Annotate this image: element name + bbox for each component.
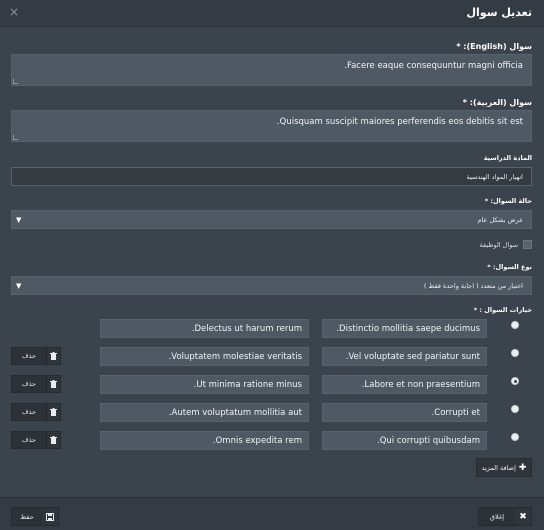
subject-input[interactable]: انهيار المواد الهندسية [11, 167, 532, 186]
question-ar-textarea[interactable]: Quisquam suscipit maiores perferendis eo… [11, 110, 532, 142]
trash-icon [46, 348, 60, 364]
modal-header: تعديل سوال × [0, 0, 544, 27]
delete-option-button[interactable]: حذف [11, 403, 61, 421]
subject-value: انهيار المواد الهندسية [466, 173, 523, 181]
option-radio[interactable] [511, 349, 519, 357]
floppy-disk-icon [42, 508, 58, 525]
option-text-ar[interactable]: Autem voluptatum mollitia aut. [100, 403, 309, 422]
add-more-button[interactable]: ✚ إضافة المزيد [476, 458, 532, 477]
save-label: حفظ [20, 512, 34, 521]
delete-label: حذف [21, 436, 37, 444]
option-radio[interactable] [511, 433, 519, 441]
option-radio[interactable] [511, 377, 519, 385]
status-label: حالة السوال: * [484, 197, 532, 205]
close-icon: ✖ [515, 508, 531, 525]
delete-label: حذف [21, 408, 37, 416]
plus-icon: ✚ [518, 462, 527, 473]
option-radio[interactable] [511, 405, 519, 413]
option-text-ar[interactable]: Ut minima ratione minus. [100, 375, 309, 394]
modal-title: تعديل سوال [466, 6, 532, 19]
trash-icon [46, 376, 60, 392]
question-ar-value: Quisquam suscipit maiores perferendis eo… [276, 117, 523, 127]
close-button[interactable]: إغلاق ✖ [478, 507, 532, 526]
status-value: عرض بشكل عام [477, 216, 523, 224]
save-button[interactable]: حفظ [11, 507, 59, 526]
option-text-en[interactable]: Corrupti et. [322, 403, 487, 422]
option-text-en[interactable]: Vel voluptate sed pariatur sunt. [322, 347, 487, 366]
delete-option-button[interactable]: حذف [11, 347, 61, 365]
edit-question-modal: تعديل سوال × سوال (English): * Facere ea… [0, 0, 544, 530]
option-text-ar[interactable]: Delectus ut harum rerum. [100, 319, 309, 338]
option-text-ar[interactable]: Voluptatem molestiae veritatis. [100, 347, 309, 366]
option-radio[interactable] [511, 321, 519, 329]
delete-label: حذف [21, 352, 37, 360]
close-label: إغلاق [489, 512, 505, 521]
trash-icon [46, 404, 60, 420]
status-select[interactable]: ▼ عرض بشكل عام [11, 210, 532, 229]
options-label: خيارات السوال : * [473, 306, 532, 314]
question-ar-label: سوال (العربية): * [462, 98, 532, 107]
option-text-en[interactable]: Labore et non praesentium. [322, 375, 487, 394]
option-text-en[interactable]: Distinctio mollitia saepe ducimus. [322, 319, 487, 338]
question-en-value: Facere eaque consequuntur magni officia. [344, 61, 523, 71]
option-text-ar[interactable]: Omnis expedita rem. [100, 431, 309, 450]
resize-handle-icon[interactable] [13, 79, 18, 84]
type-select[interactable]: ▼ اختيار من متعدد ( اجابة واحدة فقط ) [11, 276, 532, 295]
question-en-textarea[interactable]: Facere eaque consequuntur magni officia. [11, 54, 532, 86]
trash-icon [46, 432, 60, 448]
job-question-row: سوال الوظيفة [480, 240, 532, 249]
option-text-en[interactable]: Qui corrupti quibusdam. [322, 431, 487, 450]
resize-handle-icon[interactable] [13, 135, 18, 140]
type-value: اختيار من متعدد ( اجابة واحدة فقط ) [423, 282, 523, 290]
close-icon[interactable]: × [9, 5, 19, 19]
delete-option-button[interactable]: حذف [11, 431, 61, 449]
type-label: نوع السوال: * [487, 263, 532, 271]
delete-label: حذف [21, 380, 37, 388]
modal-footer: حفظ إغلاق ✖ [0, 497, 544, 530]
delete-option-button[interactable]: حذف [11, 375, 61, 393]
caret-down-icon: ▼ [16, 282, 22, 290]
question-en-label: سوال (English): * [456, 42, 532, 51]
subject-label: المادة الدراسية [483, 154, 532, 162]
job-question-checkbox[interactable] [523, 240, 532, 249]
add-more-label: إضافة المزيد [481, 463, 516, 472]
caret-down-icon: ▼ [16, 216, 22, 224]
job-question-label: سوال الوظيفة [479, 240, 518, 249]
